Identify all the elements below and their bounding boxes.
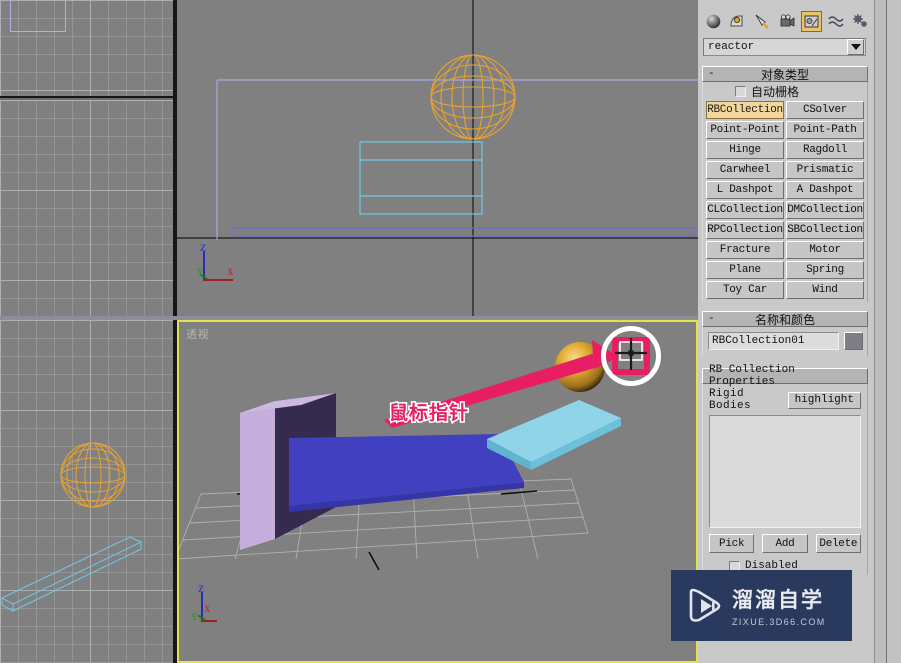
object-type-button[interactable]: CSolver bbox=[786, 101, 864, 119]
collapse-icon[interactable]: - bbox=[708, 67, 715, 81]
name-color-row: RBCollection01 bbox=[703, 327, 867, 356]
app-window: Z X Y Z X Y 透视 鼠标指针 reactor - 对象类型 自动栅格 … bbox=[0, 0, 901, 663]
object-type-button[interactable]: RPCollection bbox=[706, 221, 784, 239]
viewport-bottom-left[interactable] bbox=[0, 320, 173, 663]
rigid-bodies-row: Rigid Bodies highlight bbox=[703, 384, 867, 415]
category-dropdown[interactable]: reactor bbox=[703, 38, 866, 56]
object-type-button[interactable]: CLCollection bbox=[706, 201, 784, 219]
rollout-name-and-color: - 名称和颜色 RBCollection01 bbox=[702, 311, 868, 356]
axis-label-y: Y bbox=[197, 267, 204, 277]
wireframe-ramp bbox=[0, 536, 143, 612]
axis-label-x: X bbox=[204, 604, 211, 614]
object-type-button[interactable]: Motor bbox=[786, 241, 864, 259]
object-type-button[interactable]: Hinge bbox=[706, 141, 784, 159]
object-type-button[interactable]: Wind bbox=[786, 281, 864, 299]
rb-action-buttons: Pick Add Delete bbox=[703, 528, 867, 557]
object-type-button[interactable]: SBCollection bbox=[786, 221, 864, 239]
axis-tripod-top: Z X Y bbox=[197, 243, 241, 289]
viewport-splitter-vertical[interactable] bbox=[173, 0, 177, 663]
axis-label-y: Y bbox=[191, 612, 198, 622]
grid-minor bbox=[0, 100, 173, 318]
object-type-button[interactable]: Point-Path bbox=[786, 121, 864, 139]
rollout-rb-properties-header[interactable]: RB Collection Properties bbox=[702, 364, 868, 388]
object-type-button[interactable]: Prismatic bbox=[786, 161, 864, 179]
hierarchy-icon[interactable] bbox=[752, 11, 773, 32]
motion-icon[interactable] bbox=[777, 11, 798, 32]
rollout-rb-properties-body: Rigid Bodies highlight Pick Add Delete D… bbox=[702, 384, 868, 575]
rollout-name-and-color-header[interactable]: - 名称和颜色 bbox=[702, 311, 868, 327]
viewport-left[interactable] bbox=[0, 100, 173, 318]
delete-button[interactable]: Delete bbox=[815, 534, 861, 553]
extras-icon[interactable] bbox=[850, 11, 871, 32]
rigid-bodies-label: Rigid Bodies bbox=[709, 388, 752, 412]
axis-tripod-perspective: Z X Y bbox=[191, 584, 239, 630]
object-type-button[interactable]: A Dashpot bbox=[786, 181, 864, 199]
watermark: 溜溜自学 ZIXUE.3D66.COM bbox=[671, 570, 852, 641]
watermark-title: 溜溜自学 bbox=[732, 589, 824, 612]
object-type-button[interactable]: Carwheel bbox=[706, 161, 784, 179]
rollout-name-and-color-body: RBCollection01 bbox=[702, 327, 868, 356]
object-type-button[interactable]: Point-Point bbox=[706, 121, 784, 139]
rollout-rb-properties-title: RB Collection Properties bbox=[709, 364, 795, 388]
object-type-button-grid: RBCollection CSolver Point-Point Point-Path… bbox=[703, 100, 867, 302]
object-name-input[interactable]: RBCollection01 bbox=[708, 332, 839, 350]
rollout-object-type: - 对象类型 自动栅格 RBCollection CSolver Point-Poi… bbox=[702, 66, 868, 302]
display-icon[interactable] bbox=[801, 10, 822, 32]
wireframe-rect bbox=[10, 0, 66, 32]
rollout-object-type-header[interactable]: - 对象类型 bbox=[702, 66, 868, 82]
chevron-down-icon[interactable] bbox=[847, 39, 864, 55]
axis-label-z: Z bbox=[198, 584, 205, 594]
object-type-button[interactable]: DMCollection bbox=[786, 201, 864, 219]
command-panel-scrollbar[interactable] bbox=[874, 0, 886, 663]
rollout-rb-collection-properties: RB Collection Properties Rigid Bodies hi… bbox=[702, 364, 868, 575]
watermark-subtitle: ZIXUE.3D66.COM bbox=[732, 617, 826, 627]
auto-grid-row[interactable]: 自动栅格 bbox=[703, 82, 867, 100]
wireframe-sphere bbox=[0, 442, 143, 612]
select-crosshair-cursor-icon bbox=[615, 338, 647, 370]
pick-button[interactable]: Pick bbox=[709, 534, 755, 553]
viewport-area: Z X Y Z X Y 透视 bbox=[0, 0, 698, 663]
annotation-text: 鼠标指针 bbox=[387, 402, 470, 426]
utilities-icon[interactable] bbox=[826, 11, 847, 32]
object-type-button[interactable]: Spring bbox=[786, 261, 864, 279]
viewport-splitter-horizontal[interactable] bbox=[0, 316, 698, 320]
annotation-label: 鼠标指针 bbox=[387, 398, 470, 426]
auto-grid-checkbox[interactable] bbox=[735, 85, 746, 97]
collapse-icon[interactable]: - bbox=[708, 312, 715, 326]
rollout-name-and-color-title: 名称和颜色 bbox=[754, 312, 815, 327]
play-button-logo-icon bbox=[689, 588, 721, 622]
axis-label-z: Z bbox=[200, 243, 207, 253]
object-type-button[interactable]: Ragdoll bbox=[786, 141, 864, 159]
watermark-texts: 溜溜自学 ZIXUE.3D66.COM bbox=[732, 584, 826, 627]
viewport-top-left[interactable] bbox=[0, 0, 173, 98]
highlight-button[interactable]: highlight bbox=[787, 391, 861, 409]
rollout-object-type-title: 对象类型 bbox=[760, 67, 809, 82]
viewport-top[interactable]: Z X Y bbox=[177, 0, 698, 316]
command-panel-tabs bbox=[703, 9, 871, 33]
grid-major bbox=[0, 100, 173, 318]
axis-label-x: X bbox=[227, 267, 234, 277]
create-icon[interactable] bbox=[703, 11, 724, 32]
rigid-bodies-listbox[interactable] bbox=[709, 415, 861, 528]
command-panel-inner: reactor - 对象类型 自动栅格 RBCollection CSolver P… bbox=[698, 0, 874, 663]
viewport-perspective-label: 透视 bbox=[186, 329, 209, 341]
object-type-button[interactable]: Toy Car bbox=[706, 281, 784, 299]
object-type-button[interactable]: L Dashpot bbox=[706, 181, 784, 199]
object-color-swatch[interactable] bbox=[844, 332, 863, 350]
viewport-top-scene bbox=[177, 0, 698, 316]
rollout-object-type-body: 自动栅格 RBCollection CSolver Point-Point Point… bbox=[702, 82, 868, 302]
command-panel-right-edge bbox=[886, 0, 901, 663]
modify-icon[interactable] bbox=[728, 11, 749, 32]
object-type-button[interactable]: Fracture bbox=[706, 241, 784, 259]
auto-grid-label: 自动栅格 bbox=[751, 84, 800, 99]
command-panel: reactor - 对象类型 自动栅格 RBCollection CSolver P… bbox=[698, 0, 901, 663]
category-dropdown-value: reactor bbox=[708, 41, 755, 53]
object-type-button[interactable]: Plane bbox=[706, 261, 784, 279]
add-button[interactable]: Add bbox=[762, 534, 808, 553]
object-type-button[interactable]: RBCollection bbox=[706, 101, 784, 119]
